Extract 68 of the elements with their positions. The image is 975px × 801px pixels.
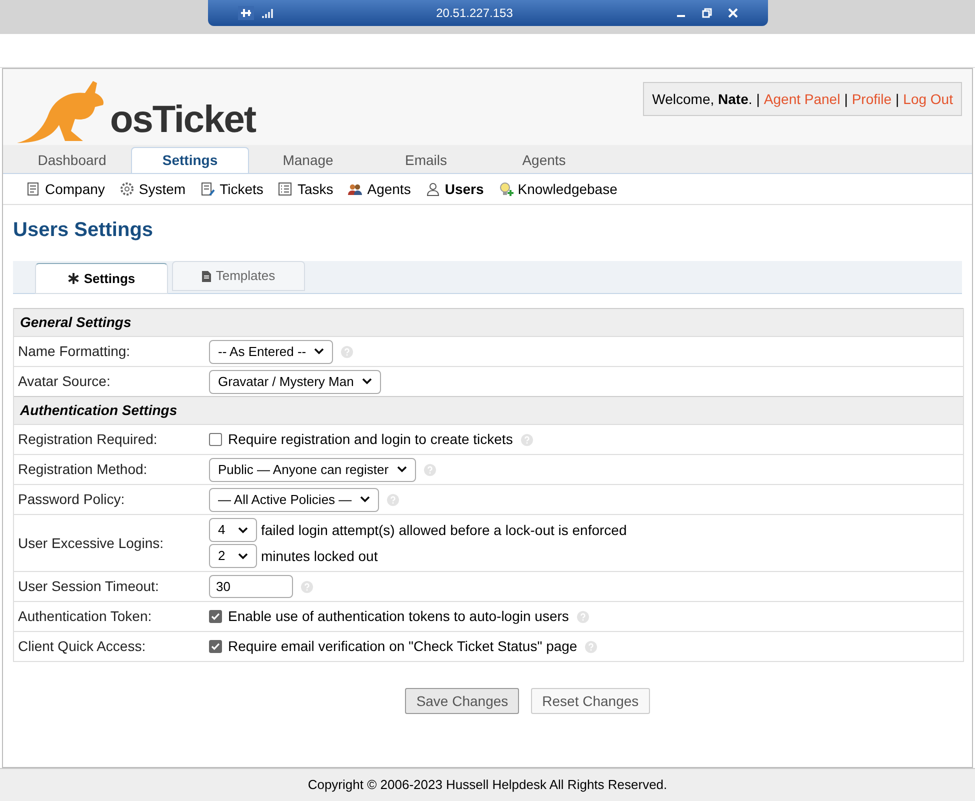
input-field[interactable]: 30 bbox=[209, 575, 293, 598]
page-tab[interactable]: Settings bbox=[35, 263, 168, 294]
field-label: Registration Required: bbox=[18, 430, 158, 449]
footer: Copyright © 2006-2023 Hussell Helpdesk All Rights Reserved. bbox=[0, 768, 975, 801]
list-icon bbox=[277, 181, 294, 197]
nav-tab[interactable]: Settings bbox=[131, 147, 249, 173]
dropdown[interactable]: Public — Anyone can register bbox=[209, 458, 416, 482]
sub-nav-item[interactable]: Knowledgebase bbox=[498, 178, 618, 200]
separator: | bbox=[844, 90, 848, 109]
page-title: Users Settings bbox=[13, 218, 154, 243]
field-label: Client Quick Access: bbox=[18, 637, 147, 656]
reset-button[interactable]: Reset Changes bbox=[531, 688, 650, 714]
welcome-text: Welcome, Nate. bbox=[652, 90, 752, 108]
lightbulb-add-icon bbox=[498, 181, 514, 197]
checkbox[interactable] bbox=[209, 610, 222, 623]
nav-tab[interactable]: Agents bbox=[485, 147, 603, 173]
section-header: Authentication Settings bbox=[14, 396, 963, 424]
ticket-edit-icon bbox=[200, 181, 216, 197]
dropdown[interactable]: Gravatar / Mystery Man bbox=[209, 370, 381, 394]
sub-nav-item[interactable]: System bbox=[118, 178, 186, 200]
page-tab[interactable]: Templates bbox=[172, 261, 305, 291]
field-label: Registration Method: bbox=[18, 460, 148, 479]
restore-icon[interactable] bbox=[702, 8, 712, 18]
chevron-down-icon bbox=[360, 496, 370, 503]
checkbox-label: Enable use of authentication tokens to auto-login users bbox=[228, 607, 569, 626]
sub-nav-item[interactable]: Agents bbox=[347, 178, 411, 200]
remote-session-title: 20.51.227.153 bbox=[436, 5, 513, 22]
dropdown[interactable]: — All Active Policies — bbox=[209, 488, 379, 512]
field-description: minutes locked out bbox=[261, 546, 378, 566]
signal-icon bbox=[262, 8, 274, 18]
sub-nav-item[interactable]: Users bbox=[424, 178, 484, 200]
nav-tab[interactable]: Dashboard bbox=[13, 147, 131, 173]
checkbox-label: Require registration and login to create tickets bbox=[228, 430, 513, 449]
close-icon[interactable] bbox=[728, 8, 738, 18]
field-label: User Session Timeout: bbox=[18, 577, 160, 596]
field-label: Authentication Token: bbox=[18, 607, 153, 626]
separator: | bbox=[756, 90, 760, 109]
chevron-down-icon bbox=[362, 378, 372, 385]
user-icon bbox=[424, 181, 441, 197]
field-description: failed login attempt(s) allowed before a lock-out is enforced bbox=[261, 520, 627, 540]
pin-icon[interactable] bbox=[238, 6, 254, 20]
dropdown[interactable]: 2 bbox=[209, 544, 257, 568]
section-header: General Settings bbox=[14, 308, 963, 336]
logo-text: osTicket bbox=[110, 101, 256, 143]
sub-nav-item[interactable]: Tasks bbox=[277, 178, 334, 200]
chevron-down-icon bbox=[396, 466, 407, 473]
file-icon bbox=[202, 270, 211, 282]
document-icon bbox=[25, 181, 41, 197]
chevron-down-icon bbox=[238, 526, 248, 534]
chevron-down-icon bbox=[314, 348, 324, 355]
field-label: User Excessive Logins: bbox=[18, 534, 165, 553]
field-label: Name Formatting: bbox=[18, 342, 132, 361]
chevron-down-icon bbox=[238, 552, 248, 560]
save-button[interactable]: Save Changes bbox=[405, 688, 520, 714]
asterisk-icon bbox=[68, 273, 79, 284]
dropdown[interactable]: -- As Entered -- bbox=[209, 340, 334, 364]
sub-nav-item[interactable]: Company bbox=[25, 178, 105, 200]
gear-icon bbox=[118, 181, 135, 197]
separator: | bbox=[896, 90, 900, 109]
dropdown[interactable]: 4 bbox=[209, 518, 257, 542]
checkbox-label: Require email verification on "Check Ticket Status" page bbox=[228, 637, 578, 656]
sub-nav-item[interactable]: Tickets bbox=[200, 178, 264, 200]
nav-tab[interactable]: Manage bbox=[249, 147, 367, 173]
field-label: Avatar Source: bbox=[18, 372, 112, 391]
checkbox[interactable] bbox=[209, 640, 222, 653]
checkbox[interactable] bbox=[209, 433, 222, 446]
field-label: Password Policy: bbox=[18, 490, 126, 509]
nav-tab[interactable]: Emails bbox=[367, 147, 485, 173]
